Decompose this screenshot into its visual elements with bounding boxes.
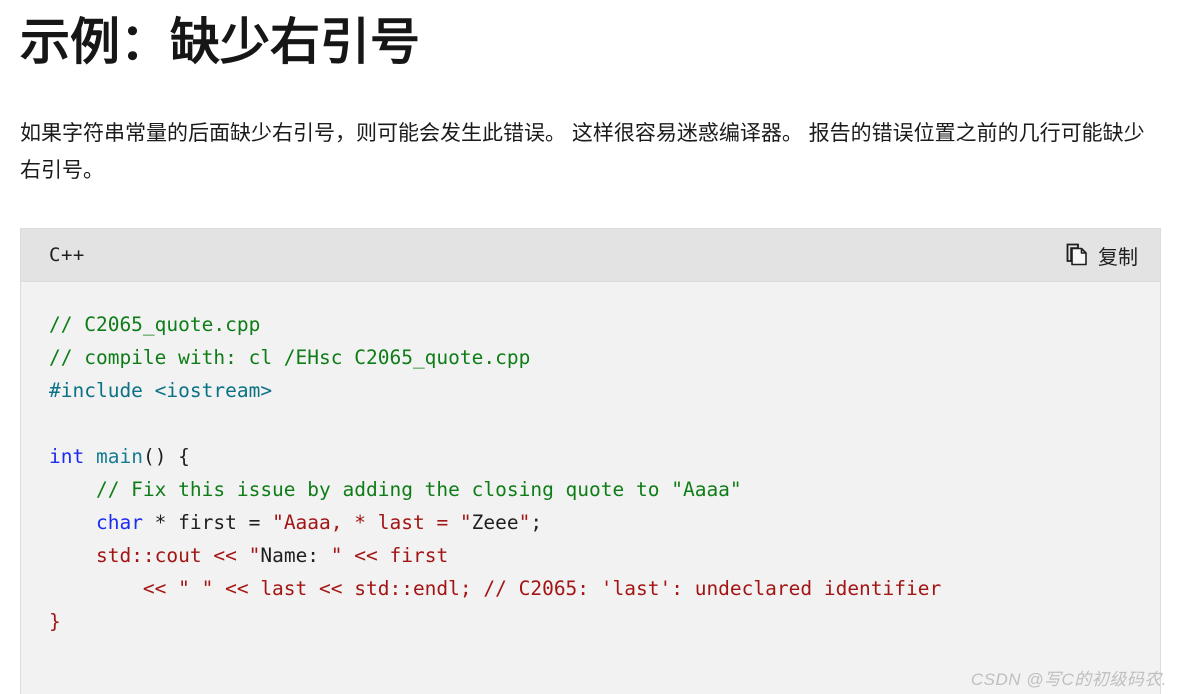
code-token: () { — [142, 445, 190, 468]
code-line: ​ — [49, 407, 1160, 440]
code-token: Name: — [260, 544, 331, 567]
code-token: << " " << last << std::endl; // C2065: '… — [142, 577, 942, 600]
code-token: * first = — [142, 511, 273, 534]
page-title: 示例：缺少右引号 — [20, 14, 420, 70]
code-line: char * first = "Aaaa, * last = "Zeee"; — [49, 506, 1160, 539]
code-token: ; — [530, 511, 543, 534]
code-token: "Aaaa, * last = " — [272, 511, 472, 534]
code-token: } — [49, 610, 61, 633]
code-line: // C2065_quote.cpp — [49, 308, 1160, 341]
code-line: std::cout << "Name: " << first — [49, 539, 1160, 572]
code-token: main — [95, 445, 143, 468]
code-token: // C2065_quote.cpp — [49, 313, 261, 336]
watermark: CSDN @写C的初级码农. — [970, 670, 1167, 689]
code-line: // compile with: cl /EHsc C2065_quote.cp… — [49, 341, 1160, 374]
code-language-label: C++ — [49, 244, 85, 266]
code-token: Zeee — [471, 511, 519, 534]
code-token: " << first — [330, 544, 449, 567]
code-block: C++ 复制 // C2065_quote.cpp // compile with… — [20, 228, 1161, 694]
code-token: char — [95, 511, 143, 534]
code-line: } — [49, 605, 1160, 638]
copy-code-label: 复制 — [1098, 246, 1138, 269]
intro-paragraph: 如果字符串常量的后面缺少右引号，则可能会发生此错误。 这样很容易迷惑编译器。 报… — [20, 122, 1145, 182]
code-token: " — [518, 511, 531, 534]
article-page: 示例：缺少右引号 如果字符串常量的后面缺少右引号，则可能会发生此错误。 这样很容… — [0, 0, 1181, 694]
copy-icon — [1066, 243, 1088, 267]
code-token: std::cout << " — [95, 544, 261, 567]
code-block-header: C++ 复制 — [21, 229, 1160, 282]
code-content[interactable]: // C2065_quote.cpp // compile with: cl /E… — [21, 282, 1160, 648]
copy-code-button[interactable]: 复制 — [1058, 237, 1146, 274]
code-token: int — [49, 445, 85, 468]
code-token: #include <iostream> — [49, 379, 273, 402]
code-line: << " " << last << std::endl; // C2065: '… — [49, 572, 1160, 605]
code-line: // Fix this issue by adding the closing … — [49, 473, 1160, 506]
code-line: #include <iostream> — [49, 374, 1160, 407]
code-token: // compile with: cl /EHsc C2065_quote.cp… — [49, 346, 531, 369]
code-token: // Fix this issue by adding the closing … — [49, 478, 742, 501]
code-line: int main() { — [49, 440, 1160, 473]
